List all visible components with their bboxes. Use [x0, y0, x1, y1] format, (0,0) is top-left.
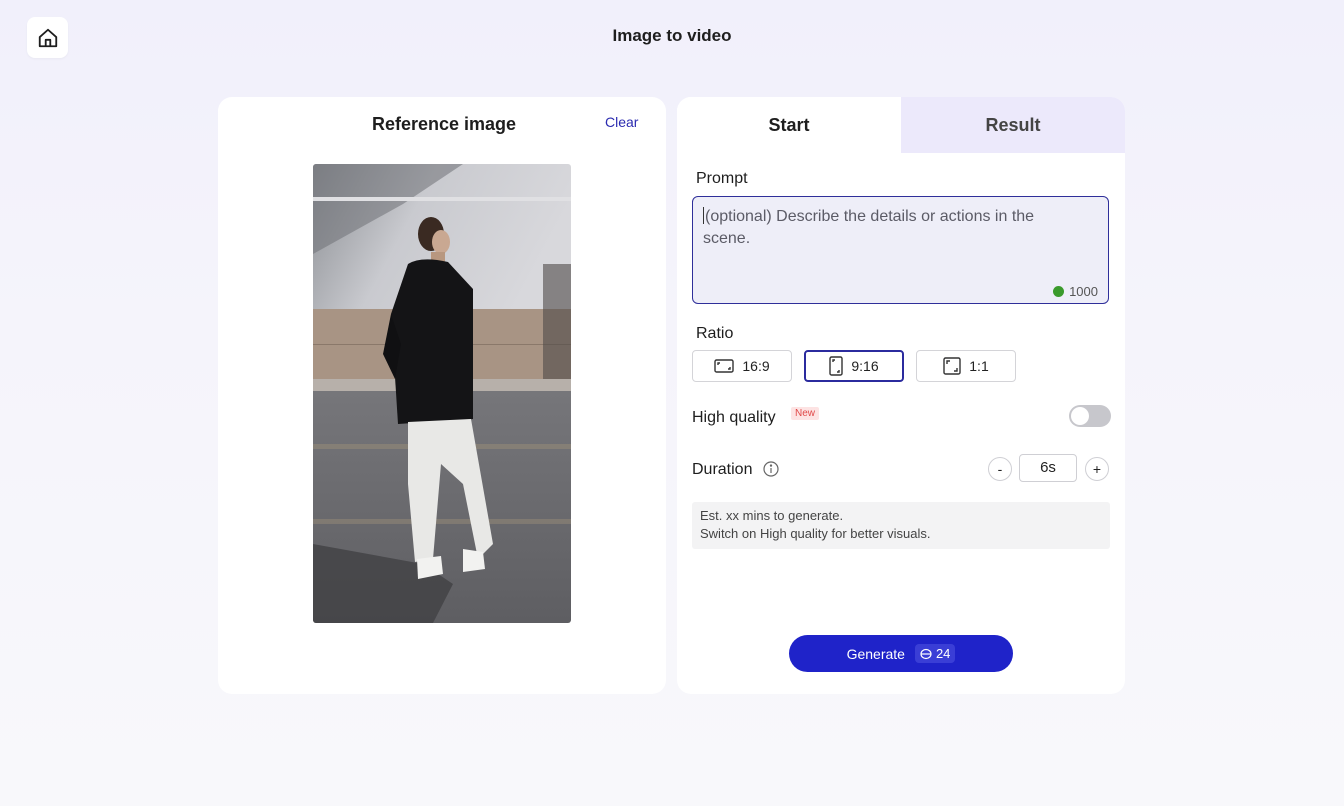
duration-increment-button[interactable]: +	[1085, 457, 1109, 481]
duration-label: Duration	[692, 461, 753, 478]
ratio-label: Ratio	[696, 325, 734, 342]
reference-panel: Reference image Clear	[218, 97, 666, 694]
counter-status-dot	[1053, 286, 1065, 297]
prompt-label: Prompt	[696, 170, 748, 187]
reference-title: Reference image	[371, 114, 517, 134]
duration-decrement-button[interactable]: -	[988, 457, 1012, 481]
char-counter: 1000	[1053, 284, 1098, 299]
square-icon	[943, 357, 961, 375]
prompt-placeholder: (optional) Describe the details or actio…	[703, 206, 1083, 250]
high-quality-toggle[interactable]	[1069, 405, 1111, 427]
new-badge: New	[791, 407, 820, 420]
ratio-option-16-9[interactable]: 16:9	[692, 350, 792, 382]
info-icon[interactable]	[763, 461, 779, 482]
ratio-option-1-1[interactable]: 1:1	[916, 350, 1016, 382]
duration-input[interactable]: 6s	[1019, 454, 1077, 482]
ratio-option-label: 9:16	[851, 358, 879, 374]
generate-button[interactable]: Generate 24	[789, 635, 1013, 672]
page-title: Image to video	[612, 26, 732, 45]
credit-cost-value: 24	[935, 646, 951, 661]
ratio-option-label: 1:1	[969, 358, 989, 374]
generate-label: Generate	[846, 645, 905, 662]
tab-start[interactable]: Start	[677, 97, 901, 153]
toggle-knob	[1071, 407, 1089, 425]
estimate-line: Est. xx mins to generate.	[700, 508, 844, 523]
coin-icon	[920, 648, 932, 659]
tab-result[interactable]: Result	[901, 97, 1125, 153]
estimate-note: Est. xx mins to generate. Switch on High…	[692, 502, 1110, 549]
high-quality-label: High quality	[692, 409, 776, 426]
char-limit: 1000	[1069, 284, 1098, 299]
estimate-line: Switch on High quality for better visual…	[700, 526, 931, 541]
credit-cost: 24	[914, 644, 956, 663]
prompt-input[interactable]: (optional) Describe the details or actio…	[692, 196, 1109, 304]
landscape-icon	[714, 359, 735, 373]
clear-button[interactable]: Clear	[605, 114, 638, 130]
settings-panel: Start Result Prompt (optional) Describe …	[677, 97, 1125, 694]
ratio-option-9-16[interactable]: 9:16	[804, 350, 904, 382]
text-caret	[703, 207, 704, 224]
prompt-placeholder-text: (optional) Describe the details or actio…	[703, 208, 1035, 247]
portrait-icon	[829, 356, 844, 376]
reference-image	[313, 164, 571, 623]
ratio-option-label: 16:9	[742, 358, 770, 374]
